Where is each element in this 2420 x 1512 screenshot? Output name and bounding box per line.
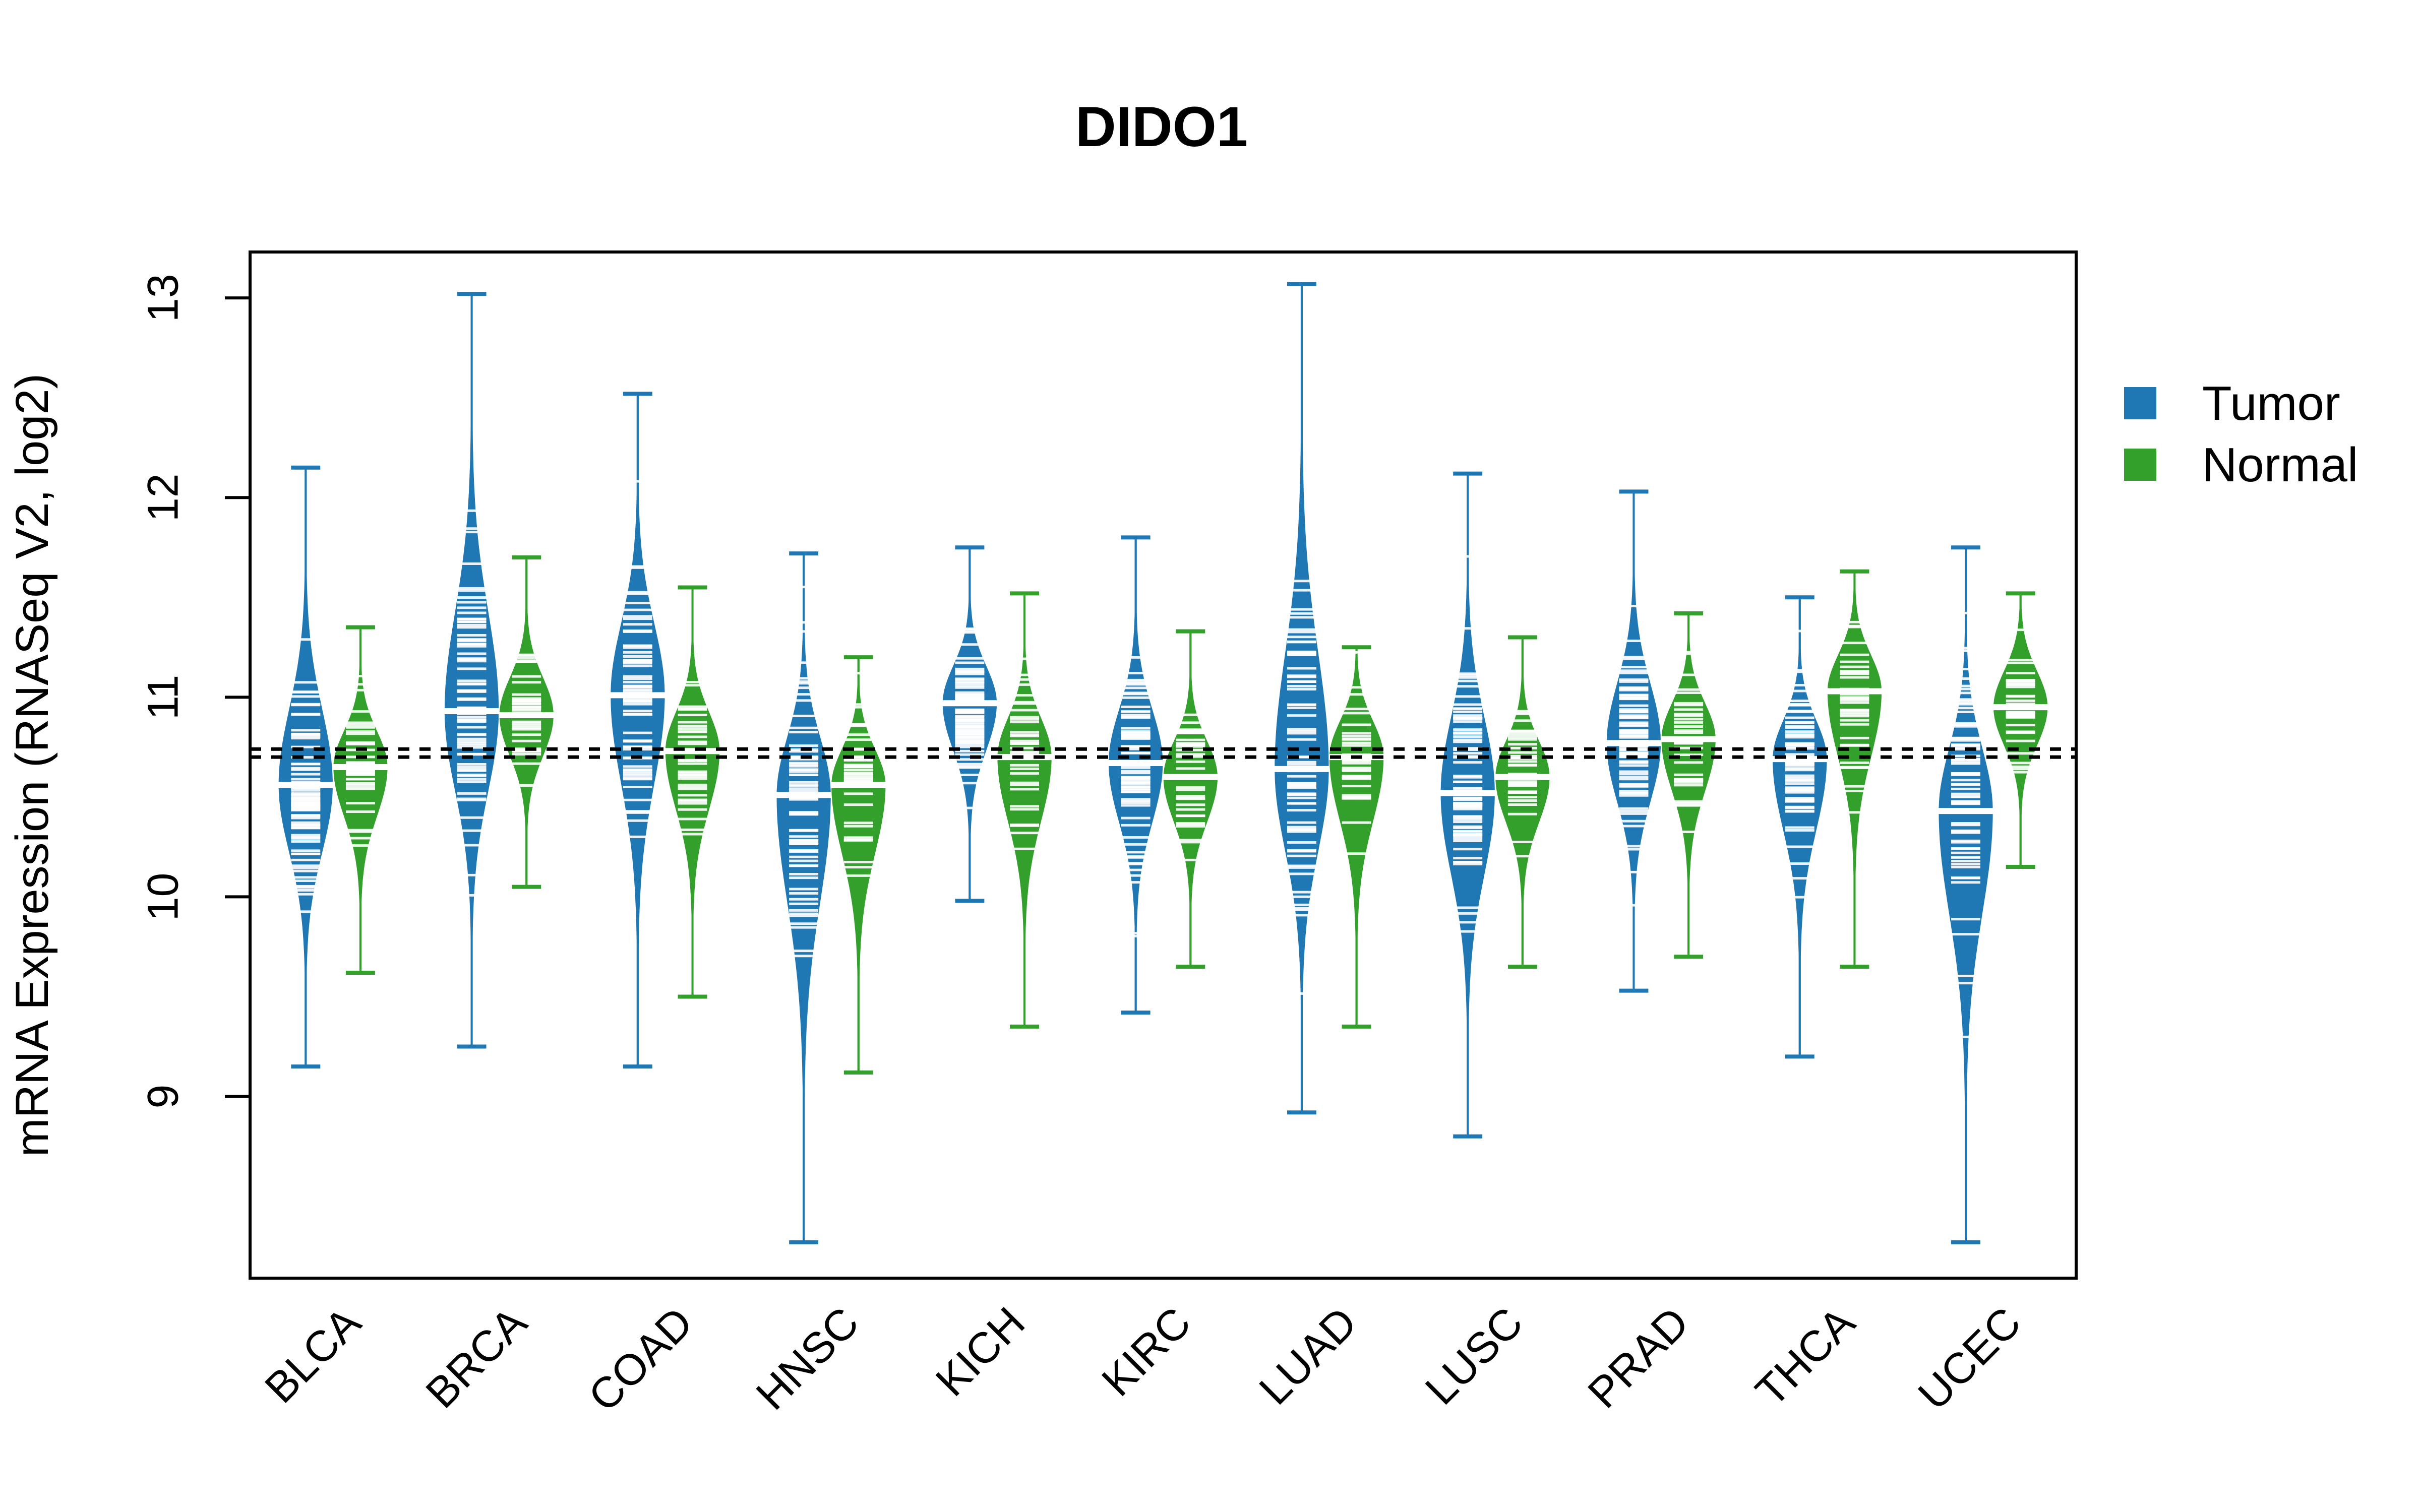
y-tick-label: 9 (139, 1085, 188, 1109)
y-tick-label: 10 (139, 873, 188, 921)
y-tick-label: 11 (139, 675, 188, 720)
y-tick-label: 13 (139, 274, 188, 322)
legend-swatch-tumor (2124, 387, 2156, 419)
y-axis-label: mRNA Expression (RNASeq V2, log2) (7, 373, 58, 1157)
legend-label-normal: Normal (2202, 438, 2358, 492)
y-tick-label: 12 (139, 473, 188, 522)
legend-label-tumor: Tumor (2202, 376, 2340, 430)
beanplot-chart: DIDO1 910111213 BLCA BRCA COAD HNSC KICH KIRC… (0, 0, 2420, 1512)
legend-swatch-normal (2124, 449, 2156, 481)
chart-title: DIDO1 (1075, 95, 1248, 158)
